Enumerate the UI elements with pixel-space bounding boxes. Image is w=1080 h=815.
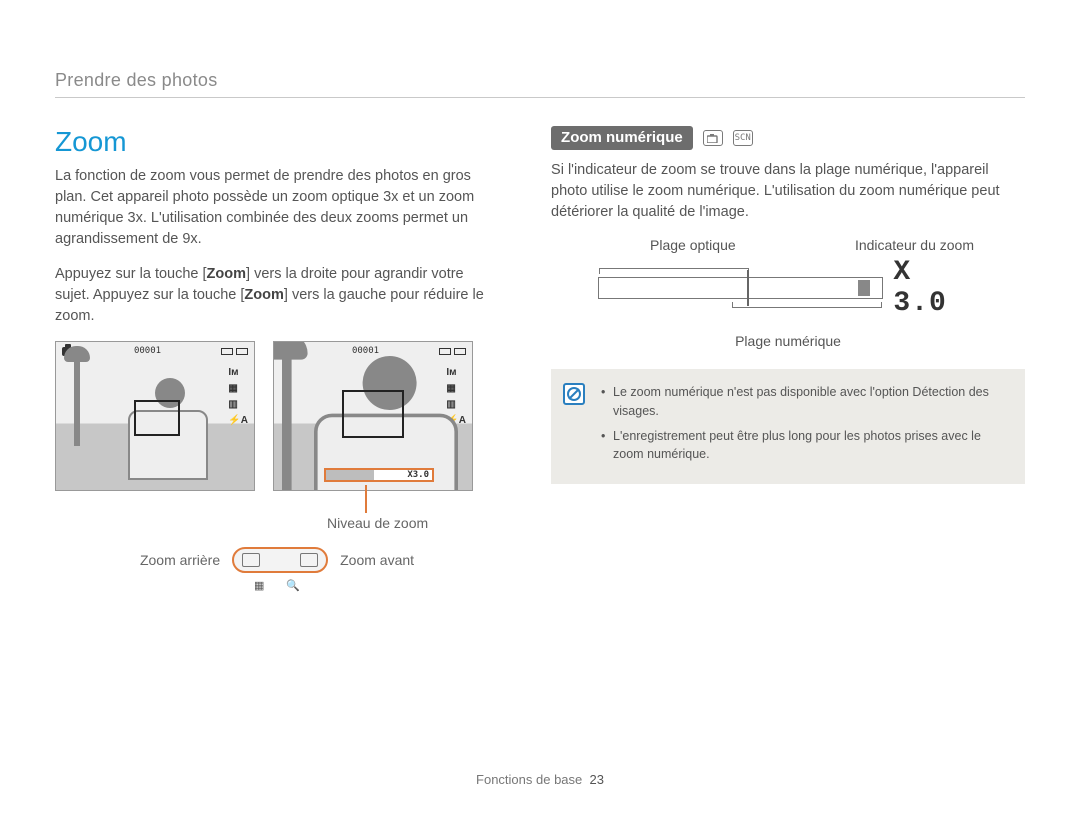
focus-rectangle	[134, 400, 180, 436]
zoom-indicator-marker	[858, 280, 870, 296]
footer-section: Fonctions de base	[476, 772, 582, 787]
resolution-icon: Iм	[228, 368, 248, 378]
intro-paragraph-2: Appuyez sur la touche [Zoom] vers la dro…	[55, 264, 499, 327]
page-footer: Fonctions de base 23	[0, 772, 1080, 787]
zoom-rocker-button	[232, 547, 328, 573]
lcd-preview-zoomed: 00001 Iм ▦ ▥ ⚡A X3.0	[273, 341, 473, 491]
callout-zoom-level: Niveau de zoom	[327, 515, 428, 531]
zoom-factor-value: X 3.0	[893, 257, 978, 319]
zoom-out-label: Zoom arrière	[140, 552, 220, 568]
lcd-preview-wide: 00001 Iм ▦ ▥ ⚡A	[55, 341, 255, 491]
zoom-out-icon	[242, 553, 260, 567]
zoom-range-diagram: Plage optique Indicateur du zoom X 3.0 P…	[598, 237, 978, 349]
scene-mode-icon: SCN	[733, 130, 753, 146]
note-box: Le zoom numérique n'est pas disponible a…	[551, 369, 1025, 484]
zoom-level-bar: X3.0	[324, 468, 434, 482]
intro-paragraph-1: La fonction de zoom vous permet de prend…	[55, 166, 499, 250]
callout-line	[365, 485, 367, 513]
battery-icon	[236, 348, 248, 355]
note-item-1: Le zoom numérique n'est pas disponible a…	[601, 383, 1011, 421]
zoom-in-icon	[300, 553, 318, 567]
streetlamp-graphic	[282, 350, 292, 491]
sdcard-icon	[221, 348, 233, 355]
program-mode-icon	[703, 130, 723, 146]
zoom-indicator-label: Indicateur du zoom	[855, 237, 974, 253]
page-number: 23	[590, 772, 604, 787]
section-title-zoom: Zoom	[55, 126, 499, 158]
optical-range-label: Plage optique	[650, 237, 736, 253]
streetlamp-graphic	[74, 356, 80, 446]
note-item-2: L'enregistrement peut être plus long pou…	[601, 427, 1011, 465]
quality-icon: ▦	[228, 384, 248, 394]
metering-icon: ▥	[228, 400, 248, 410]
thumbnail-grid-icon: ▦	[254, 579, 264, 592]
shot-counter: 00001	[352, 346, 379, 356]
flash-auto-icon: ⚡A	[228, 416, 248, 426]
focus-rectangle	[342, 390, 404, 438]
zoom-level-value: X3.0	[407, 470, 429, 480]
battery-icon	[454, 348, 466, 355]
note-icon	[563, 383, 585, 405]
breadcrumb: Prendre des photos	[55, 70, 1025, 98]
sdcard-icon	[439, 348, 451, 355]
magnifier-icon: 🔍	[286, 579, 300, 592]
digital-range-label: Plage numérique	[598, 333, 978, 349]
subsection-title-digital-zoom: Zoom numérique	[551, 126, 693, 150]
zoom-in-label: Zoom avant	[340, 552, 414, 568]
digital-zoom-paragraph: Si l'indicateur de zoom se trouve dans l…	[551, 160, 1025, 223]
shot-counter: 00001	[134, 346, 161, 356]
